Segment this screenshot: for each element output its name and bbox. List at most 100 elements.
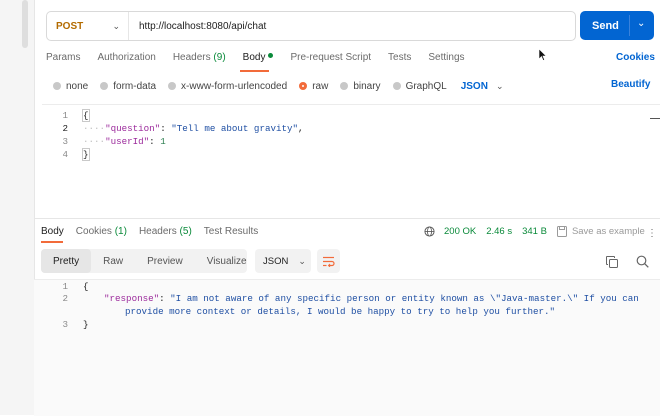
response-tab-test-results[interactable]: Test Results bbox=[204, 226, 258, 237]
cookies-count: (1) bbox=[114, 226, 127, 237]
response-tabs: Body Cookies (1) Headers (5) Test Result… bbox=[41, 226, 270, 237]
radio-graphql[interactable]: GraphQL bbox=[392, 80, 447, 92]
save-as-example-button[interactable]: Save as example bbox=[556, 226, 645, 237]
json-colon: : bbox=[159, 293, 171, 304]
line-number: 1 bbox=[62, 110, 68, 121]
beautify-link[interactable]: Beautify bbox=[611, 79, 650, 90]
save-as-example-label: Save as example bbox=[571, 226, 645, 237]
radio-label: form-data bbox=[113, 80, 157, 92]
tab-headers[interactable]: Headers (9) bbox=[173, 52, 226, 66]
response-tab-headers-label: Headers bbox=[138, 226, 177, 237]
response-tab-headers[interactable]: Headers (5) bbox=[139, 226, 192, 237]
line-number: 4 bbox=[62, 149, 68, 160]
status-code[interactable]: 200 OK bbox=[444, 226, 476, 237]
json-comma: , bbox=[298, 123, 304, 134]
cursor-pointer bbox=[539, 49, 547, 61]
radio-label: none bbox=[66, 80, 89, 92]
radio-x-www-form-urlencoded[interactable]: x-www-form-urlencoded bbox=[168, 81, 287, 92]
send-button-label: Send bbox=[592, 19, 619, 32]
code-line: ····"question": "Tell me about gravity", bbox=[83, 123, 304, 134]
response-language-select[interactable]: JSON ⌄ bbox=[255, 249, 311, 273]
body-type-selector: none form-data x-www-form-urlencoded raw… bbox=[53, 79, 503, 93]
wrap-icon bbox=[323, 256, 335, 267]
json-key: "response" bbox=[104, 293, 160, 304]
view-preview[interactable]: Preview bbox=[135, 249, 195, 273]
response-tab-cookies-label: Cookies bbox=[75, 226, 112, 237]
view-pretty[interactable]: Pretty bbox=[41, 249, 92, 273]
response-tab-body[interactable]: Body bbox=[41, 226, 64, 237]
request-tabs: Params Authorization Headers (9) Body Pr… bbox=[46, 52, 482, 66]
editor-scroll-marker bbox=[650, 118, 660, 119]
tab-body[interactable]: Body bbox=[243, 52, 274, 66]
response-body-viewer[interactable]: 1 2 3 { "response": "I am not aware of a… bbox=[34, 279, 660, 416]
wrap-lines-button[interactable] bbox=[317, 249, 340, 273]
json-string-value-continued: provide more context or details, I would… bbox=[125, 306, 556, 317]
radio-dot bbox=[340, 82, 349, 90]
radio-dot bbox=[53, 82, 61, 90]
radio-label: GraphQL bbox=[405, 80, 447, 92]
json-key: "question" bbox=[105, 123, 161, 134]
json-colon: : bbox=[160, 123, 172, 134]
search-icon[interactable] bbox=[636, 255, 649, 268]
line-number: 2 bbox=[62, 123, 68, 134]
response-time[interactable]: 2.46 s bbox=[486, 226, 512, 237]
tab-authorization[interactable]: Authorization bbox=[97, 52, 155, 66]
cookies-link[interactable]: Cookies bbox=[616, 52, 655, 63]
chevron-down-icon: ⌄ bbox=[112, 20, 120, 31]
view-visualize[interactable]: Visualize bbox=[195, 249, 259, 273]
radio-dot bbox=[392, 82, 401, 90]
radio-label: binary bbox=[353, 80, 381, 92]
chevron-down-icon[interactable]: ⌄ bbox=[637, 18, 645, 29]
view-raw[interactable]: Raw bbox=[91, 249, 135, 273]
globe-icon[interactable] bbox=[424, 226, 435, 237]
more-icon[interactable]: ⋮ bbox=[647, 228, 657, 239]
method-select[interactable]: POST ⌄ bbox=[47, 12, 129, 40]
open-brace: { bbox=[82, 109, 90, 122]
radio-binary[interactable]: binary bbox=[340, 80, 381, 92]
response-tab-underline bbox=[41, 241, 63, 243]
save-icon bbox=[556, 226, 567, 237]
json-key: "userId" bbox=[105, 136, 150, 147]
response-size[interactable]: 341 B bbox=[522, 226, 547, 237]
url-input[interactable] bbox=[129, 19, 575, 33]
json-number-value: 1 bbox=[160, 136, 166, 147]
code-line: { bbox=[82, 109, 90, 122]
method-label: POST bbox=[56, 20, 84, 32]
response-meta: 200 OK 2.46 s 341 B Save as example bbox=[424, 226, 645, 237]
body-language-select[interactable]: JSON ⌄ bbox=[461, 81, 504, 92]
tab-pre-request-script[interactable]: Pre-request Script bbox=[290, 52, 371, 66]
request-body-editor[interactable]: 1 2 3 4 { ····"question": "Tell me about… bbox=[42, 104, 660, 217]
radio-raw[interactable]: raw bbox=[299, 81, 328, 92]
radio-dot bbox=[100, 82, 109, 90]
line-number: 2 bbox=[62, 293, 68, 304]
chevron-down-icon: ⌄ bbox=[298, 255, 306, 266]
close-brace: } bbox=[82, 148, 90, 161]
json-string-value: "I am not aware of any specific person o… bbox=[170, 293, 639, 304]
json-colon: : bbox=[149, 136, 161, 147]
tab-tests[interactable]: Tests bbox=[388, 52, 411, 66]
pane-divider[interactable] bbox=[34, 218, 660, 219]
close-brace: } bbox=[83, 319, 89, 330]
code-line: } bbox=[83, 318, 89, 331]
response-tab-cookies[interactable]: Cookies (1) bbox=[76, 226, 127, 237]
left-sidebar-strip bbox=[0, 0, 35, 415]
radio-label: raw bbox=[312, 80, 329, 92]
copy-icon[interactable] bbox=[606, 256, 618, 268]
scroll-handle[interactable] bbox=[22, 0, 28, 48]
headers-count: (9) bbox=[213, 52, 226, 63]
radio-dot bbox=[168, 82, 177, 90]
line-number: 3 bbox=[62, 319, 68, 330]
code-line: "response": "I am not aware of any speci… bbox=[104, 292, 639, 305]
code-line: } bbox=[82, 148, 90, 161]
radio-label: x-www-form-urlencoded bbox=[181, 80, 288, 92]
tab-headers-label: Headers bbox=[172, 52, 211, 63]
radio-none[interactable]: none bbox=[53, 81, 88, 92]
radio-form-data[interactable]: form-data bbox=[100, 81, 156, 92]
response-view-modes: Pretty Raw Preview Visualize bbox=[41, 249, 247, 273]
tab-params[interactable]: Params bbox=[46, 52, 80, 66]
chevron-down-icon: ⌄ bbox=[495, 80, 504, 91]
body-indicator-dot bbox=[268, 53, 274, 58]
response-language-label: JSON bbox=[263, 255, 289, 267]
tab-settings[interactable]: Settings bbox=[428, 52, 464, 66]
send-button[interactable]: Send ⌄ bbox=[580, 11, 654, 40]
